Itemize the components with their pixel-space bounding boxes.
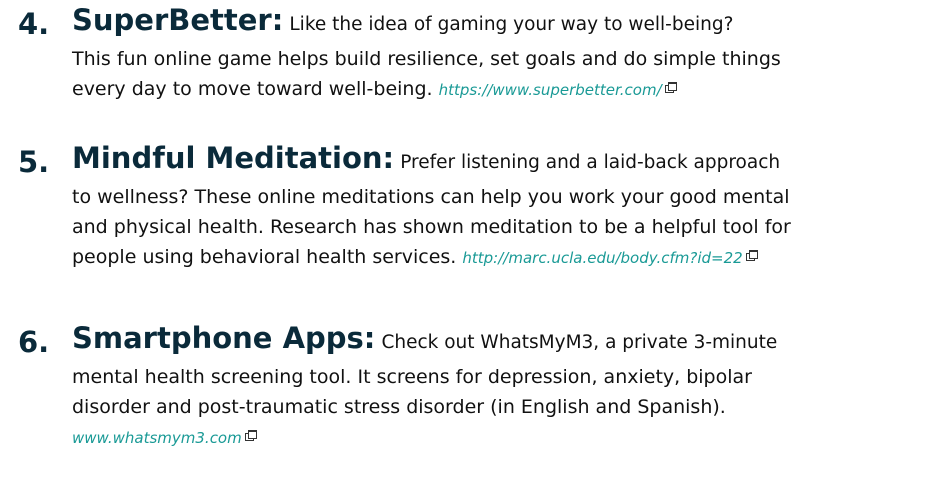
item-last-line: people using behavioral health services.… (72, 242, 932, 273)
item-number: 5. (18, 145, 50, 179)
item-text-line: Check out WhatsMyM3, a private 3-minute (381, 332, 778, 353)
item-number: 4. (18, 7, 50, 41)
superbetter-link[interactable]: https://www.superbetter.com/ (439, 81, 662, 99)
item-text-line: people using behavioral health services. (72, 246, 457, 268)
item-text-line: disorder and post-traumatic stress disor… (72, 396, 726, 418)
item-text-line: This fun online game helps build resilie… (72, 48, 781, 70)
item-body: Mindful Meditation: Prefer listening and… (72, 142, 932, 273)
item-title: SuperBetter: (72, 3, 284, 37)
item-first-line: SuperBetter: Like the idea of gaming you… (72, 4, 932, 44)
item-last-line: www.whatsmym3.com (72, 422, 932, 453)
item-first-line: Smartphone Apps: Check out WhatsMyM3, a … (72, 322, 932, 362)
item-title: Mindful Meditation: (72, 141, 395, 175)
item-number: 6. (18, 325, 50, 359)
item-text-line: and physical health. Research has shown … (72, 216, 791, 238)
item-text-line: Like the idea of gaming your way to well… (289, 14, 734, 35)
external-link-icon[interactable] (664, 82, 677, 93)
item-text-line: mental health screening tool. It screens… (72, 366, 752, 388)
external-link-icon[interactable] (244, 430, 257, 441)
item-text-line: Prefer listening and a laid-back approac… (400, 152, 781, 173)
item-text-line: every day to move toward well-being. (72, 78, 433, 100)
item-last-line: every day to move toward well-being. htt… (72, 74, 932, 105)
item-title: Smartphone Apps: (72, 321, 376, 355)
whatsmym3-link[interactable]: www.whatsmym3.com (72, 429, 242, 447)
meditation-link[interactable]: http://marc.ucla.edu/body.cfm?id=22 (462, 249, 742, 267)
item-text-line: to wellness? These online meditations ca… (72, 186, 790, 208)
item-body: Smartphone Apps: Check out WhatsMyM3, a … (72, 322, 932, 453)
item-first-line: Mindful Meditation: Prefer listening and… (72, 142, 932, 182)
external-link-icon[interactable] (745, 250, 758, 261)
item-body: SuperBetter: Like the idea of gaming you… (72, 4, 932, 105)
